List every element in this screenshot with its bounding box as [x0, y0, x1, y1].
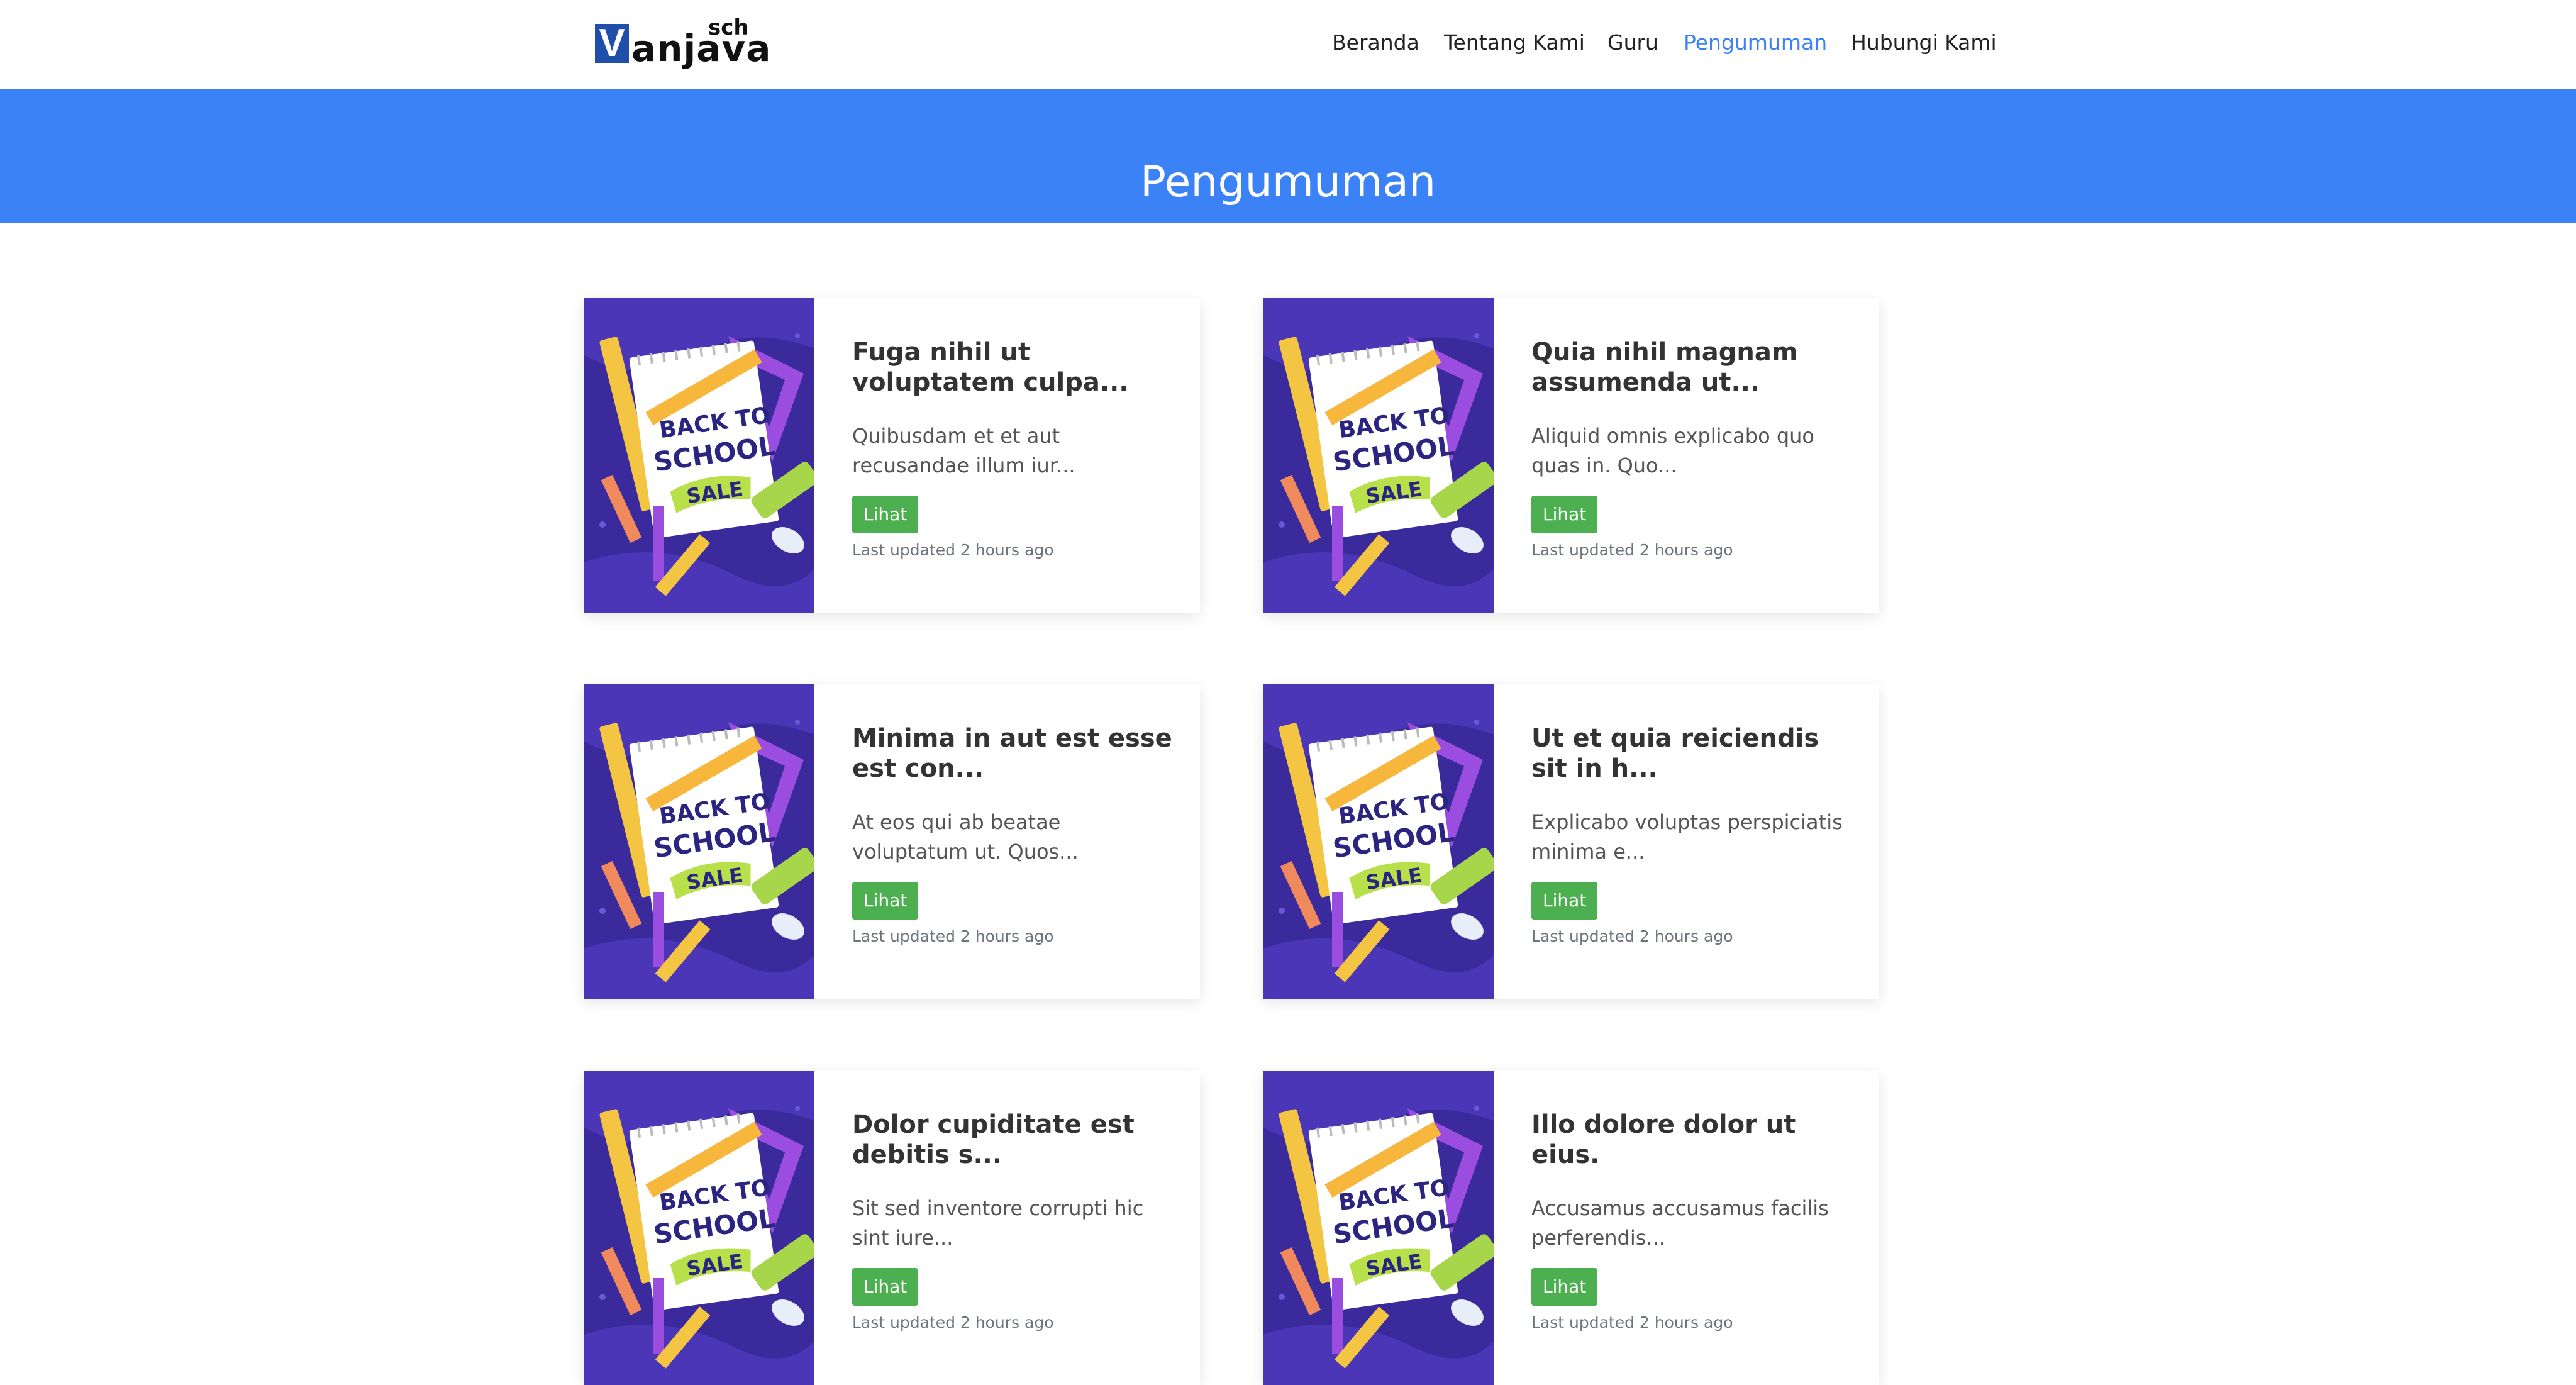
nav-pengumuman[interactable]: Pengumuman — [1684, 29, 1827, 57]
announcement-excerpt: Accusamus accusamus facilis perferendis.… — [1531, 1196, 1829, 1250]
last-updated-text: Last updated 2 hours ago — [852, 541, 1054, 559]
announcement-card: BACK TO SCHOOL SALE Ut et quia reiciendi… — [1263, 684, 1879, 999]
view-button[interactable]: Lihat — [852, 1268, 919, 1306]
announcement-title: Illo dolore dolor ut eius. — [1531, 1110, 1796, 1169]
view-button[interactable]: Lihat — [1531, 882, 1598, 920]
announcement-title: Minima in aut est esse est con... — [852, 724, 1172, 783]
nav-hubungi-kami[interactable]: Hubungi Kami — [1851, 29, 1997, 57]
main-nav: Beranda Tentang Kami Guru Pengumuman Hub… — [0, 29, 2576, 57]
announcement-excerpt: Aliquid omnis explicabo quo quas in. Quo… — [1531, 424, 1814, 477]
page-title: Pengumuman — [1140, 157, 1436, 207]
announcement-card: BACK TO SCHOOL SALE Dolor cupiditate est… — [584, 1071, 1200, 1385]
nav-tentang-kami[interactable]: Tentang Kami — [1444, 29, 1585, 57]
announcement-title: Ut et quia reiciendis sit in h... — [1531, 724, 1819, 783]
announcement-thumbnail: BACK TO SCHOOL SALE — [584, 298, 814, 613]
announcement-excerpt: Sit sed inventore corrupti hic sint iure… — [852, 1196, 1144, 1250]
last-updated-text: Last updated 2 hours ago — [1531, 927, 1733, 945]
announcement-excerpt: At eos qui ab beatae voluptatum ut. Quos… — [852, 810, 1079, 864]
last-updated-text: Last updated 2 hours ago — [1531, 541, 1733, 559]
view-button[interactable]: Lihat — [1531, 1268, 1598, 1306]
nav-guru[interactable]: Guru — [1607, 29, 1658, 57]
navbar: V anjava sch Beranda Tentang Kami Guru P… — [0, 0, 2576, 89]
announcement-card: BACK TO SCHOOL SALE Illo dolore dolor ut… — [1263, 1071, 1879, 1385]
announcement-excerpt: Quibusdam et et aut recusandae illum iur… — [852, 424, 1075, 477]
announcement-title: Dolor cupiditate est debitis s... — [852, 1110, 1135, 1169]
announcement-thumbnail: BACK TO SCHOOL SALE — [584, 684, 814, 999]
last-updated-text: Last updated 2 hours ago — [852, 1313, 1054, 1332]
announcement-title: Quia nihil magnam assumenda ut... — [1531, 338, 1798, 397]
announcement-thumbnail: BACK TO SCHOOL SALE — [1263, 1071, 1494, 1385]
announcement-thumbnail: BACK TO SCHOOL SALE — [584, 1071, 814, 1385]
nav-beranda[interactable]: Beranda — [1332, 29, 1419, 57]
announcement-excerpt: Explicabo voluptas perspiciatis minima e… — [1531, 810, 1843, 864]
last-updated-text: Last updated 2 hours ago — [1531, 1313, 1733, 1332]
view-button[interactable]: Lihat — [852, 882, 919, 920]
announcement-card: BACK TO SCHOOL SALE Quia nihil magnam as… — [1263, 298, 1879, 613]
announcement-card: BACK TO SCHOOL SALE Minima in aut est es… — [584, 684, 1200, 999]
announcement-thumbnail: BACK TO SCHOOL SALE — [1263, 684, 1494, 999]
page-header-banner: Pengumuman — [0, 89, 2576, 223]
announcement-thumbnail: BACK TO SCHOOL SALE — [1263, 298, 1494, 613]
view-button[interactable]: Lihat — [1531, 496, 1598, 533]
last-updated-text: Last updated 2 hours ago — [852, 927, 1054, 945]
announcement-card: BACK TO SCHOOL SALE Fuga nihil ut volupt… — [584, 298, 1200, 613]
view-button[interactable]: Lihat — [852, 496, 919, 533]
announcement-title: Fuga nihil ut voluptatem culpa... — [852, 338, 1129, 397]
